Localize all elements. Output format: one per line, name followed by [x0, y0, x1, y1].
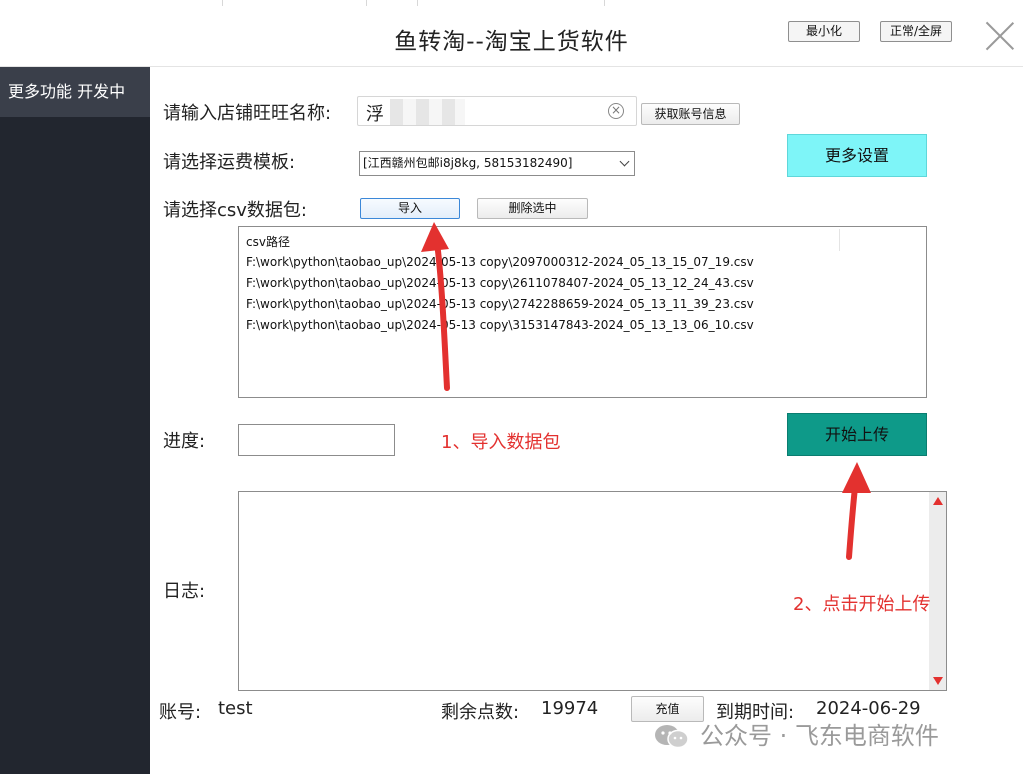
- points-value: 19974: [541, 698, 599, 719]
- delete-selected-button[interactable]: 删除选中: [477, 198, 588, 219]
- csv-list[interactable]: csv路径 F:\work\python\taobao_up\2024-05-1…: [238, 226, 927, 398]
- import-button[interactable]: 导入: [360, 198, 460, 219]
- column-divider: [839, 229, 840, 251]
- account-label: 账号:: [159, 702, 202, 723]
- header-divider: [0, 66, 1023, 67]
- progress-label: 进度:: [163, 431, 206, 452]
- csv-column-header: csv路径: [246, 235, 290, 249]
- sidebar-item-more-features[interactable]: 更多功能 开发中: [0, 67, 150, 117]
- wechat-icon: [655, 725, 689, 748]
- annotation-step-1: 1、导入数据包: [441, 432, 561, 453]
- scroll-up-icon[interactable]: [933, 497, 943, 505]
- list-item[interactable]: F:\work\python\taobao_up\2024-05-13 copy…: [246, 297, 754, 311]
- shipping-template-value: [江西赣州包邮i8j8kg, 58153182490]: [363, 156, 573, 170]
- start-upload-button[interactable]: 开始上传: [787, 413, 927, 456]
- arrow-to-start-head: [842, 462, 871, 493]
- csv-package-label: 请选择csv数据包:: [163, 200, 307, 221]
- top-strip: [0, 0, 1023, 6]
- fullscreen-button[interactable]: 正常/全屏: [880, 21, 952, 42]
- get-account-info-button[interactable]: 获取账号信息: [641, 103, 740, 125]
- chevron-down-icon: [619, 156, 630, 167]
- shop-name-value: 浮: [366, 104, 384, 125]
- log-label: 日志:: [163, 581, 206, 602]
- list-item[interactable]: F:\work\python\taobao_up\2024-05-13 copy…: [246, 276, 754, 290]
- sidebar: 更多功能 开发中: [0, 67, 150, 774]
- points-label: 剩余点数:: [441, 702, 520, 723]
- list-item[interactable]: F:\work\python\taobao_up\2024-05-13 copy…: [246, 318, 754, 332]
- clear-icon[interactable]: ×: [608, 103, 624, 119]
- shipping-template-select[interactable]: [江西赣州包邮i8j8kg, 58153182490]: [359, 151, 635, 176]
- list-item[interactable]: F:\work\python\taobao_up\2024-05-13 copy…: [246, 255, 754, 269]
- progress-bar: [238, 424, 395, 456]
- annotation-step-2: 2、点击开始上传: [793, 594, 931, 615]
- more-settings-button[interactable]: 更多设置: [787, 134, 927, 177]
- close-icon[interactable]: [984, 20, 1016, 52]
- minimize-button[interactable]: 最小化: [788, 21, 860, 42]
- account-value: test: [218, 698, 253, 719]
- redacted-blur: [390, 99, 465, 125]
- scroll-down-icon[interactable]: [933, 677, 943, 685]
- recharge-button[interactable]: 充值: [631, 696, 704, 722]
- shop-name-label: 请输入店铺旺旺名称:: [163, 103, 332, 124]
- shop-name-input[interactable]: 浮 ×: [357, 96, 637, 126]
- window-title: 鱼转淘--淘宝上货软件: [394, 29, 629, 55]
- log-scrollbar[interactable]: [929, 492, 946, 690]
- shipping-template-label: 请选择运费模板:: [163, 152, 296, 173]
- watermark-text: 公众号 · 飞东电商软件: [700, 722, 939, 750]
